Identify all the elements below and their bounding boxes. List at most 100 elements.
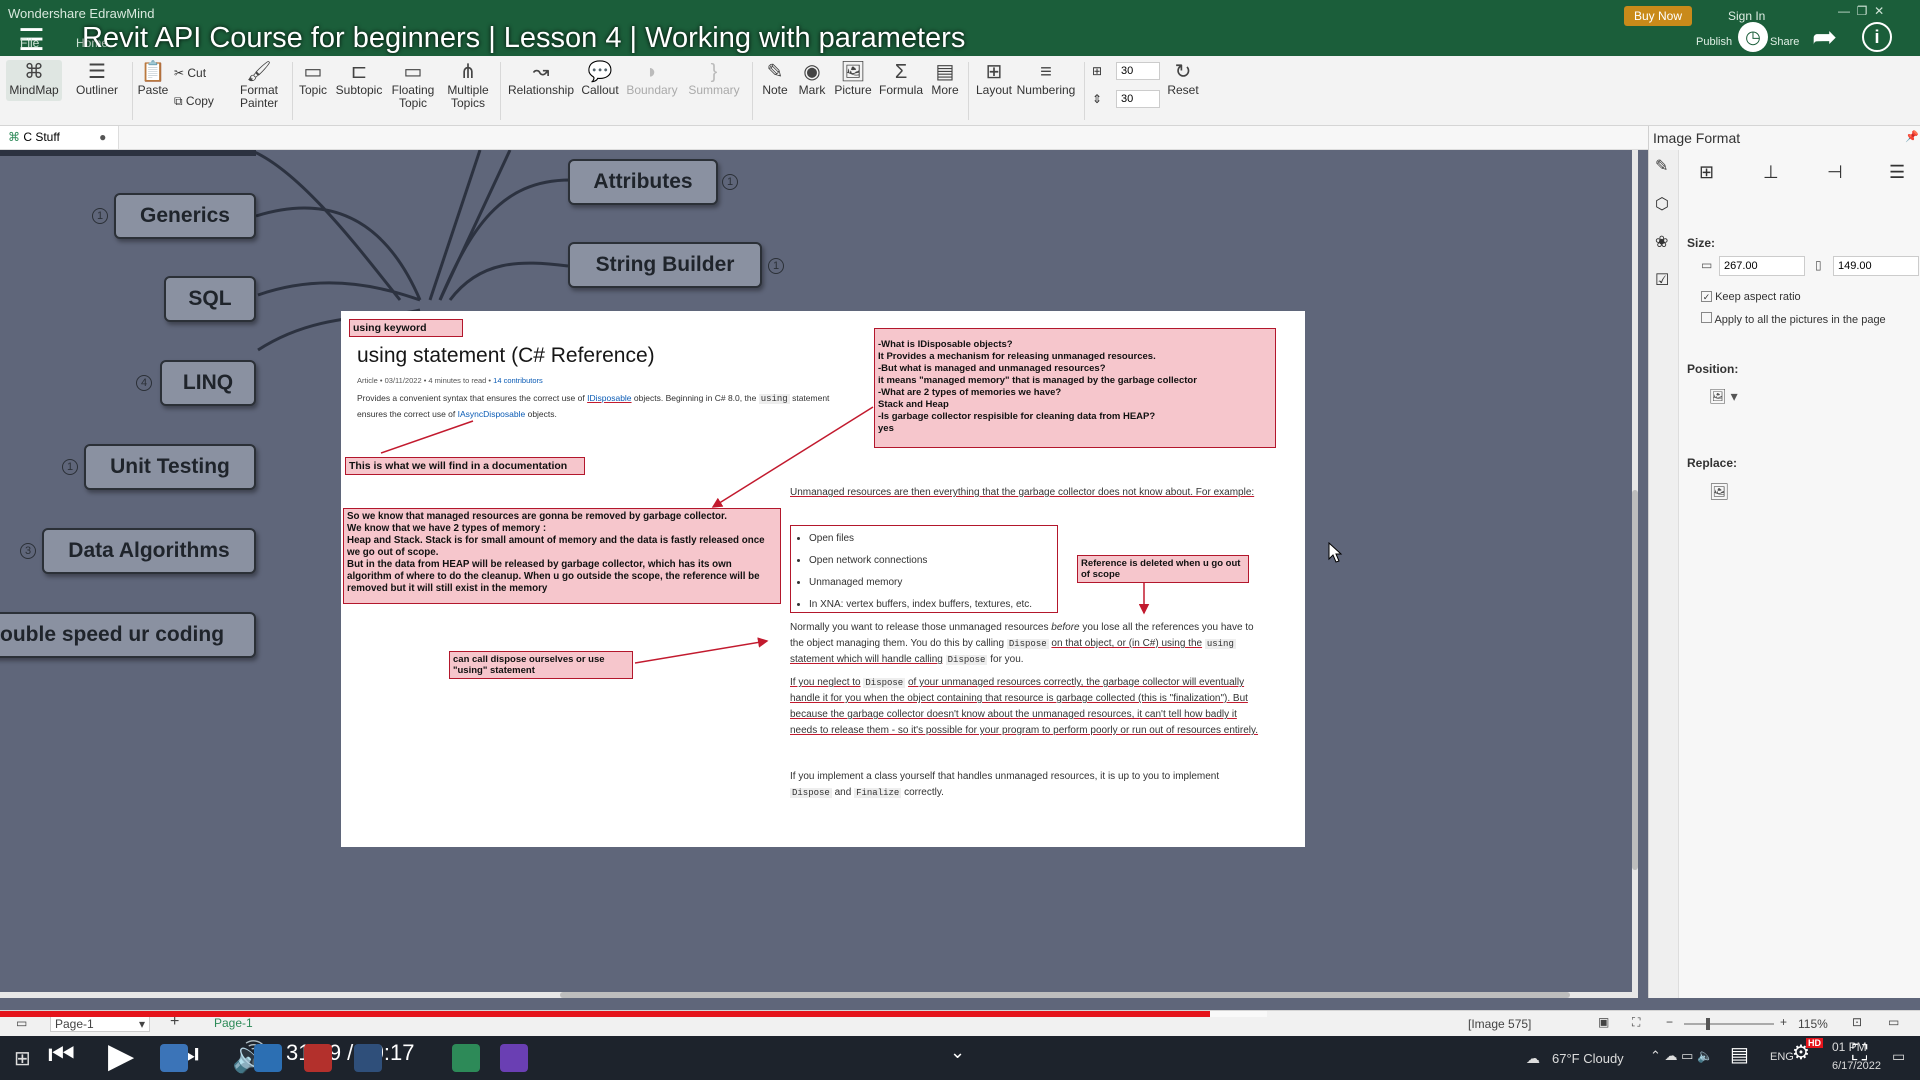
multiple-topics-button[interactable]: ⋔ Multiple Topics <box>442 60 494 110</box>
subtopic-button[interactable]: ⊏ Subtopic <box>334 60 384 97</box>
topic-sql[interactable]: SQL <box>164 276 256 322</box>
topic-linq[interactable]: LINQ <box>160 360 256 406</box>
page-tab[interactable]: Page-1 <box>214 1016 253 1030</box>
reset-button[interactable]: ↻ Reset <box>1164 60 1202 97</box>
visual-studio-taskbar-icon[interactable] <box>500 1044 528 1072</box>
video-title[interactable]: Revit API Course for beginners | Lesson … <box>82 22 965 55</box>
align-icon[interactable]: ⊥ <box>1763 162 1779 183</box>
zoom-slider[interactable] <box>1684 1018 1774 1030</box>
connector-icon[interactable]: ⊣ <box>1827 162 1843 183</box>
topic-data-algorithms[interactable]: Data Algorithms <box>42 528 256 574</box>
numbering-button[interactable]: ≡ Numbering <box>1016 60 1076 97</box>
format-tab-icon[interactable]: ✎ <box>1655 156 1668 176</box>
app-taskbar-icon[interactable] <box>304 1044 332 1072</box>
outliner-view-button[interactable]: ☰ Outliner <box>70 60 124 97</box>
windows-start-icon[interactable]: ⊞ <box>14 1046 31 1071</box>
revit-taskbar-icon[interactable] <box>354 1044 382 1072</box>
notifications-icon[interactable]: ▭ <box>1892 1048 1905 1065</box>
pin-icon[interactable]: 📌 <box>1905 130 1919 143</box>
topic-count-badge[interactable]: 1 <box>62 459 78 475</box>
topic-button[interactable]: ▭ Topic <box>296 60 330 97</box>
zoom-in-icon[interactable]: + <box>1780 1015 1787 1029</box>
layout-button[interactable]: ⊞ Layout <box>972 60 1016 97</box>
checkbox-unchecked-icon <box>1701 312 1712 323</box>
topic-double-speed[interactable]: ouble speed ur coding <box>0 612 256 658</box>
mindmap-canvas[interactable]: Attributes 1 String Builder 1 Generics 1… <box>0 150 1638 998</box>
task-tab-icon[interactable]: ☑ <box>1655 270 1669 290</box>
note-button[interactable]: ✎ Note <box>758 60 792 97</box>
language-indicator[interactable]: ENG <box>1770 1051 1794 1063</box>
formula-button[interactable]: Σ Formula <box>876 60 926 97</box>
chrome-taskbar-icon[interactable] <box>160 1044 188 1072</box>
paste-button[interactable]: 📋 Paste <box>138 60 169 97</box>
mark-button[interactable]: ◉ Mark <box>796 60 828 97</box>
topic-count-badge[interactable]: 3 <box>20 543 36 559</box>
topic-count-badge[interactable]: 1 <box>768 258 784 274</box>
topic-count-badge[interactable]: 1 <box>722 174 738 190</box>
chevron-down-icon[interactable]: ⌄ <box>950 1042 965 1063</box>
keep-aspect-checkbox[interactable]: ✓ Keep aspect ratio <box>1701 291 1801 303</box>
calculator-taskbar-icon[interactable] <box>254 1044 282 1072</box>
apply-all-checkbox[interactable]: Apply to all the pictures in the page <box>1701 312 1886 326</box>
replace-image-icon[interactable]: 🖼 <box>1709 482 1729 502</box>
copy-icon: ⧉ <box>174 94 186 108</box>
watch-later-icon[interactable]: ◷ <box>1738 22 1768 52</box>
floating-topic-button[interactable]: ▭ Floating Topic <box>388 60 438 110</box>
callout-button[interactable]: 💬 Callout <box>580 60 620 97</box>
share-button[interactable]: Share <box>1770 36 1799 48</box>
topic-attributes[interactable]: Attributes <box>568 159 718 205</box>
previous-video-icon[interactable]: ⏮ <box>48 1038 75 1072</box>
window-controls-icon[interactable]: — ❐ ✕ <box>1838 4 1884 18</box>
menu-file[interactable]: File <box>20 36 39 50</box>
buy-now-button[interactable]: Buy Now <box>1624 6 1693 26</box>
horizontal-spacing-input[interactable]: 30 <box>1116 62 1160 80</box>
more-button[interactable]: ▤ More <box>928 60 962 97</box>
page-panel-icon[interactable]: ▭ <box>16 1016 27 1030</box>
topic-generics[interactable]: Generics <box>114 193 256 239</box>
branch-line <box>257 281 421 302</box>
topic-unit-testing[interactable]: Unit Testing <box>84 444 256 490</box>
system-tray-icons[interactable]: ⌃ ☁ ▭ 🔈 <box>1650 1048 1713 1064</box>
height-input[interactable]: 149.00 <box>1833 256 1919 276</box>
mark-tab-icon[interactable]: ⬡ <box>1655 194 1669 214</box>
horizontal-scrollbar[interactable] <box>0 992 1632 998</box>
share-arrow-icon[interactable]: ➦ <box>1812 20 1837 55</box>
list-style-icon[interactable]: ☰ <box>1889 162 1905 183</box>
position-dropdown-icon[interactable]: 🖼 ▾ <box>1709 388 1738 405</box>
publish-button[interactable]: Publish <box>1696 36 1732 48</box>
clipart-tab-icon[interactable]: ❀ <box>1655 232 1668 252</box>
topic-count-badge[interactable]: 1 <box>92 208 108 224</box>
boundary-button[interactable]: ◗ Boundary <box>624 60 680 97</box>
subtitles-icon[interactable]: ▤ <box>1730 1042 1749 1067</box>
fit-page-icon[interactable]: ▣ <box>1598 1015 1609 1029</box>
sigma-icon: Σ <box>894 61 908 83</box>
relationship-button[interactable]: ↝ Relationship <box>504 60 578 97</box>
ribbon-divider <box>132 62 133 120</box>
panel-toggle-icon[interactable]: ▭ <box>1888 1015 1899 1029</box>
edrawmind-taskbar-icon[interactable] <box>452 1044 480 1072</box>
cut-button[interactable]: ✂ Cut <box>174 66 206 80</box>
info-icon[interactable]: i <box>1862 22 1892 52</box>
topic-count-badge[interactable]: 4 <box>136 375 152 391</box>
vertical-scrollbar[interactable] <box>1632 150 1638 998</box>
fullscreen-exit-icon[interactable]: ⛶ <box>1852 1040 1867 1066</box>
vertical-spacing-input[interactable]: 30 <box>1116 90 1160 108</box>
format-painter-button[interactable]: 🖌 Format Painter <box>234 60 284 110</box>
document-tab[interactable]: ⌘ C Stuff ● <box>0 126 120 149</box>
topic-string-builder[interactable]: String Builder <box>568 242 762 288</box>
summary-button[interactable]: } Summary <box>684 60 744 97</box>
picture-button[interactable]: 🖼 Picture <box>830 60 876 97</box>
grid-layout-icon[interactable]: ⊞ <box>1699 162 1714 183</box>
zoom-level[interactable]: 115% <box>1798 1017 1828 1031</box>
mindmap-view-button[interactable]: ⌘ MindMap <box>6 60 62 101</box>
copy-button[interactable]: ⧉ Copy <box>174 94 214 109</box>
horizontal-spacing-icon: ⊞ <box>1092 64 1103 78</box>
play-icon[interactable]: ▶ <box>108 1036 134 1076</box>
embedded-documentation-image[interactable]: using keyword using statement (C# Refere… <box>341 311 1305 847</box>
fit-window-icon[interactable]: ⊡ <box>1852 1015 1862 1029</box>
sign-in-button[interactable]: Sign In <box>1728 9 1765 23</box>
zoom-out-icon[interactable]: − <box>1666 1015 1673 1029</box>
video-progress-bar[interactable] <box>0 1011 1920 1017</box>
width-input[interactable]: 267.00 <box>1719 256 1805 276</box>
fullscreen-icon[interactable]: ⛶ <box>1632 1015 1640 1030</box>
